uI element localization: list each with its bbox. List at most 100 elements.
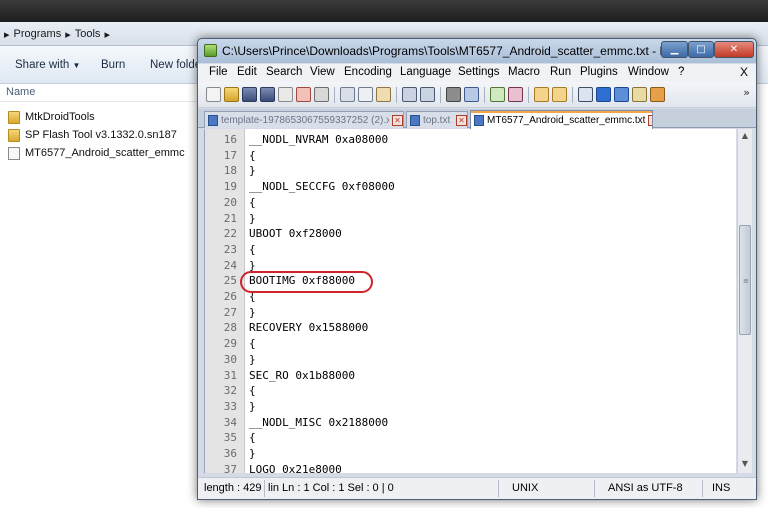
file-item[interactable]: MT6577_Android_scatter_emmc — [8, 144, 185, 162]
menu-macro[interactable]: Macro — [508, 66, 540, 78]
cut-icon[interactable] — [340, 87, 355, 102]
code-line[interactable]: } — [249, 164, 256, 177]
scroll-down-icon[interactable]: ▼ — [740, 459, 750, 468]
code-line[interactable]: __NODL_NVRAM 0xa08000 — [249, 133, 388, 146]
file-item[interactable]: SP Flash Tool v3.1332.0.sn187 — [8, 126, 177, 144]
maximize-button[interactable]: □ — [688, 41, 714, 58]
line-number: 33 — [223, 399, 237, 413]
status-separator — [702, 480, 703, 497]
menu-settings[interactable]: Settings — [458, 66, 500, 78]
show-all-characters-icon[interactable] — [596, 87, 611, 102]
new-folder-button[interactable]: New folde — [150, 59, 201, 71]
chevron-right-icon: ▸ — [65, 28, 71, 41]
vertical-scrollbar[interactable]: ▲ ≡ ▼ — [737, 129, 752, 473]
code-line[interactable]: } — [249, 306, 256, 319]
macro-record-icon[interactable] — [650, 87, 665, 102]
tab-top-txt[interactable]: top.txt ✕ — [406, 111, 468, 128]
code-line[interactable]: { — [249, 196, 256, 209]
new-file-icon[interactable] — [206, 87, 221, 102]
line-number: 30 — [223, 352, 237, 366]
menu-view[interactable]: View — [310, 66, 335, 78]
save-icon[interactable] — [242, 87, 257, 102]
menu-plugins[interactable]: Plugins — [580, 66, 618, 78]
code-line[interactable]: __NODL_MISC 0x2188000 — [249, 416, 388, 429]
code-line[interactable]: } — [249, 447, 256, 460]
code-line[interactable]: } — [249, 212, 256, 225]
tab-close-icon[interactable]: ✕ — [456, 114, 467, 126]
replace-icon[interactable] — [464, 87, 479, 102]
close-button[interactable]: ✕ — [714, 41, 754, 58]
breadcrumb-programs[interactable]: Programs — [14, 28, 62, 40]
menu-search[interactable]: Search — [266, 66, 302, 78]
redo-icon[interactable] — [420, 87, 435, 102]
close-document-button[interactable]: X — [740, 65, 748, 79]
code-line[interactable]: SEC_RO 0x1b88000 — [249, 369, 355, 382]
menu-file[interactable]: File — [209, 66, 228, 78]
line-number: 37 — [223, 462, 237, 473]
print-icon[interactable] — [314, 87, 329, 102]
tab-scatter-file[interactable]: MT6577_Android_scatter_emmc.txt ✕ — [470, 110, 653, 129]
share-with-button[interactable]: Share with ▼ — [15, 59, 80, 71]
menu-edit[interactable]: Edit — [237, 66, 257, 78]
tab-close-icon[interactable]: ✕ — [392, 114, 403, 126]
minimize-button[interactable]: ▁ — [661, 41, 688, 58]
scroll-up-icon[interactable]: ▲ — [740, 131, 750, 140]
file-tab-icon — [410, 114, 420, 126]
code-line[interactable]: } — [249, 353, 256, 366]
code-line[interactable]: { — [249, 337, 256, 350]
undo-icon[interactable] — [402, 87, 417, 102]
file-item[interactable]: MtkDroidTools — [8, 108, 95, 126]
code-line[interactable]: { — [249, 384, 256, 397]
indent-guide-icon[interactable] — [614, 87, 629, 102]
zoom-out-icon[interactable] — [508, 87, 523, 102]
save-all-icon[interactable] — [260, 87, 275, 102]
menu-run[interactable]: Run — [550, 66, 571, 78]
code-line[interactable]: LOGO 0x21e8000 — [249, 463, 342, 473]
minimize-icon: ▁ — [670, 44, 679, 55]
line-number: 36 — [223, 447, 237, 460]
copy-icon[interactable] — [358, 87, 373, 102]
status-length: length : 429 — [204, 482, 262, 494]
burn-button[interactable]: Burn — [101, 59, 125, 71]
tab-close-icon[interactable]: ✕ — [648, 114, 652, 126]
status-separator — [498, 480, 499, 497]
name-column-header[interactable]: Name — [0, 84, 200, 102]
code-line[interactable]: UBOOT 0xf28000 — [249, 227, 342, 240]
editor-area[interactable]: 16 17 18 19 20 21 22 23 24 25 26 27 28 29 30 31 32 33 34 35… — [204, 129, 736, 473]
zoom-in-icon[interactable] — [490, 87, 505, 102]
line-number: 18 — [223, 164, 237, 178]
notepad-titlebar[interactable]: C:\Users\Prince\Downloads\Programs\Tools… — [198, 39, 756, 63]
line-number: 17 — [223, 148, 237, 162]
word-wrap-icon[interactable] — [578, 87, 593, 102]
document-map-icon[interactable] — [632, 87, 647, 102]
close-file-icon[interactable] — [278, 87, 293, 102]
paste-icon[interactable] — [376, 87, 391, 102]
toolbar-separator — [440, 87, 441, 103]
code-line[interactable]: } — [249, 259, 256, 272]
code-line[interactable]: { — [249, 149, 256, 162]
scrollbar-thumb[interactable]: ≡ — [739, 225, 751, 335]
breadcrumb-tools[interactable]: Tools — [75, 28, 101, 40]
close-all-icon[interactable] — [296, 87, 311, 102]
code-line[interactable]: { — [249, 243, 256, 256]
tab-template-xml[interactable]: template-1978653067559337252 (2).xml ✕ — [204, 111, 404, 128]
toolbar-separator — [334, 87, 335, 103]
menu-language[interactable]: Language — [400, 66, 451, 78]
code-line[interactable]: { — [249, 431, 256, 444]
sync-horizontal-icon[interactable] — [552, 87, 567, 102]
open-file-icon[interactable] — [224, 87, 239, 102]
menu-encoding[interactable]: Encoding — [344, 66, 392, 78]
toolbar-overflow-icon[interactable]: » — [743, 86, 750, 99]
maximize-icon: □ — [696, 44, 706, 55]
code-line[interactable]: __NODL_SECCFG 0xf08000 — [249, 180, 395, 193]
sync-vertical-icon[interactable] — [534, 87, 549, 102]
find-icon[interactable] — [446, 87, 461, 102]
code-line[interactable]: RECOVERY 0x1588000 — [249, 321, 368, 334]
notepad-app-icon — [204, 44, 217, 57]
notepad-toolbar: » — [198, 82, 756, 108]
menu-window[interactable]: Window — [628, 66, 669, 78]
menu-help[interactable]: ? — [678, 66, 684, 78]
line-number: 26 — [223, 290, 237, 303]
file-tab-icon — [208, 114, 218, 126]
code-line[interactable]: } — [249, 400, 256, 413]
